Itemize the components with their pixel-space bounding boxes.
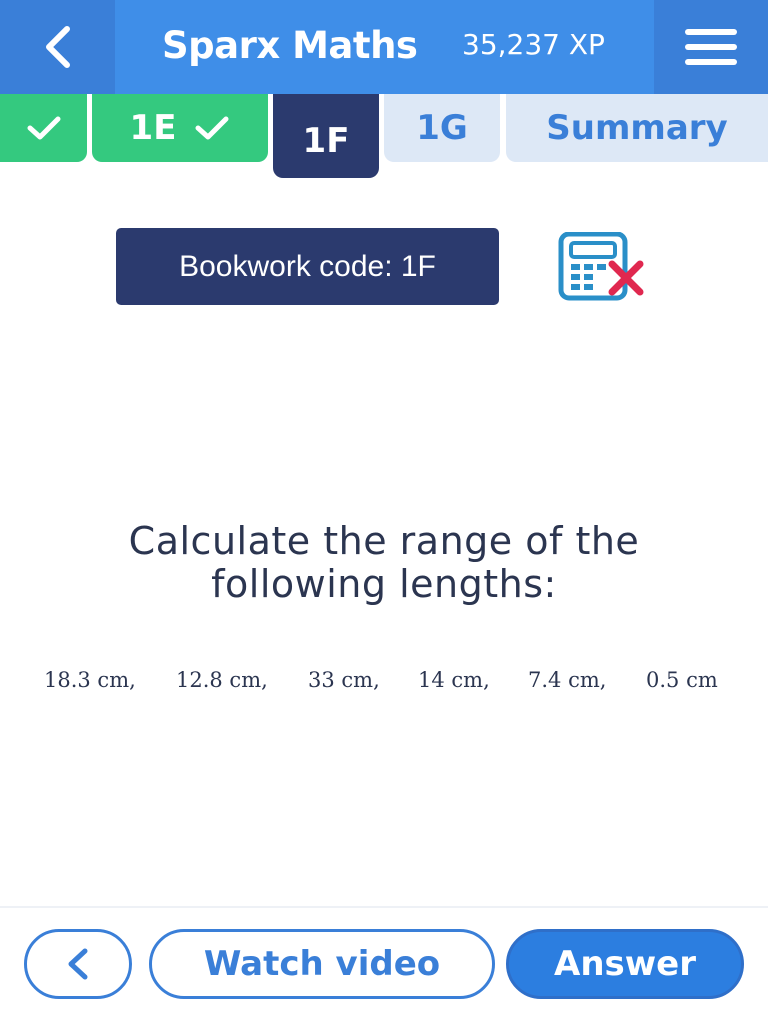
question-text: Calculate the range of the following len… [128,519,640,606]
check-icon [27,116,60,140]
tab-summary[interactable]: Summary [506,94,768,162]
xp-counter: 35,237 XP [462,28,605,61]
check-icon [195,116,229,140]
tab-1g[interactable]: 1G [384,94,500,162]
header-back-button[interactable] [0,0,115,94]
hamburger-menu-icon [685,29,737,65]
lengths-list: 18.3 cm, 12.8 cm, 33 cm, 14 cm, 7.4 cm, … [0,668,768,698]
length-value: 14 cm, [418,668,490,692]
tab-previous-complete[interactable] [0,94,87,162]
bookwork-code: Bookwork code: 1F [116,228,499,305]
length-value: 12.8 cm, [176,668,268,692]
tab-summary-label: Summary [546,108,728,148]
answer-label: Answer [554,944,696,984]
menu-button[interactable] [654,0,768,94]
tab-1e[interactable]: 1E [92,94,268,162]
calculator-not-allowed-icon [558,232,644,301]
length-value: 7.4 cm, [528,668,607,692]
tab-1e-label: 1E [129,108,177,148]
length-value: 33 cm, [308,668,380,692]
previous-button[interactable] [24,929,132,999]
answer-button[interactable]: Answer [506,929,744,999]
watch-video-label: Watch video [203,944,441,984]
tab-1f-label: 1F [302,121,350,161]
tab-1g-label: 1G [416,108,468,148]
watch-video-button[interactable]: Watch video [149,929,495,999]
chevron-left-icon [68,948,88,980]
tab-1f[interactable]: 1F [273,94,379,178]
length-value: 18.3 cm, [44,668,136,692]
length-value: 0.5 cm [646,668,718,692]
app-title: Sparx Maths [162,24,418,67]
footer-divider [0,906,768,908]
chevron-left-icon [45,26,70,68]
app-header: Sparx Maths 35,237 XP [0,0,768,94]
